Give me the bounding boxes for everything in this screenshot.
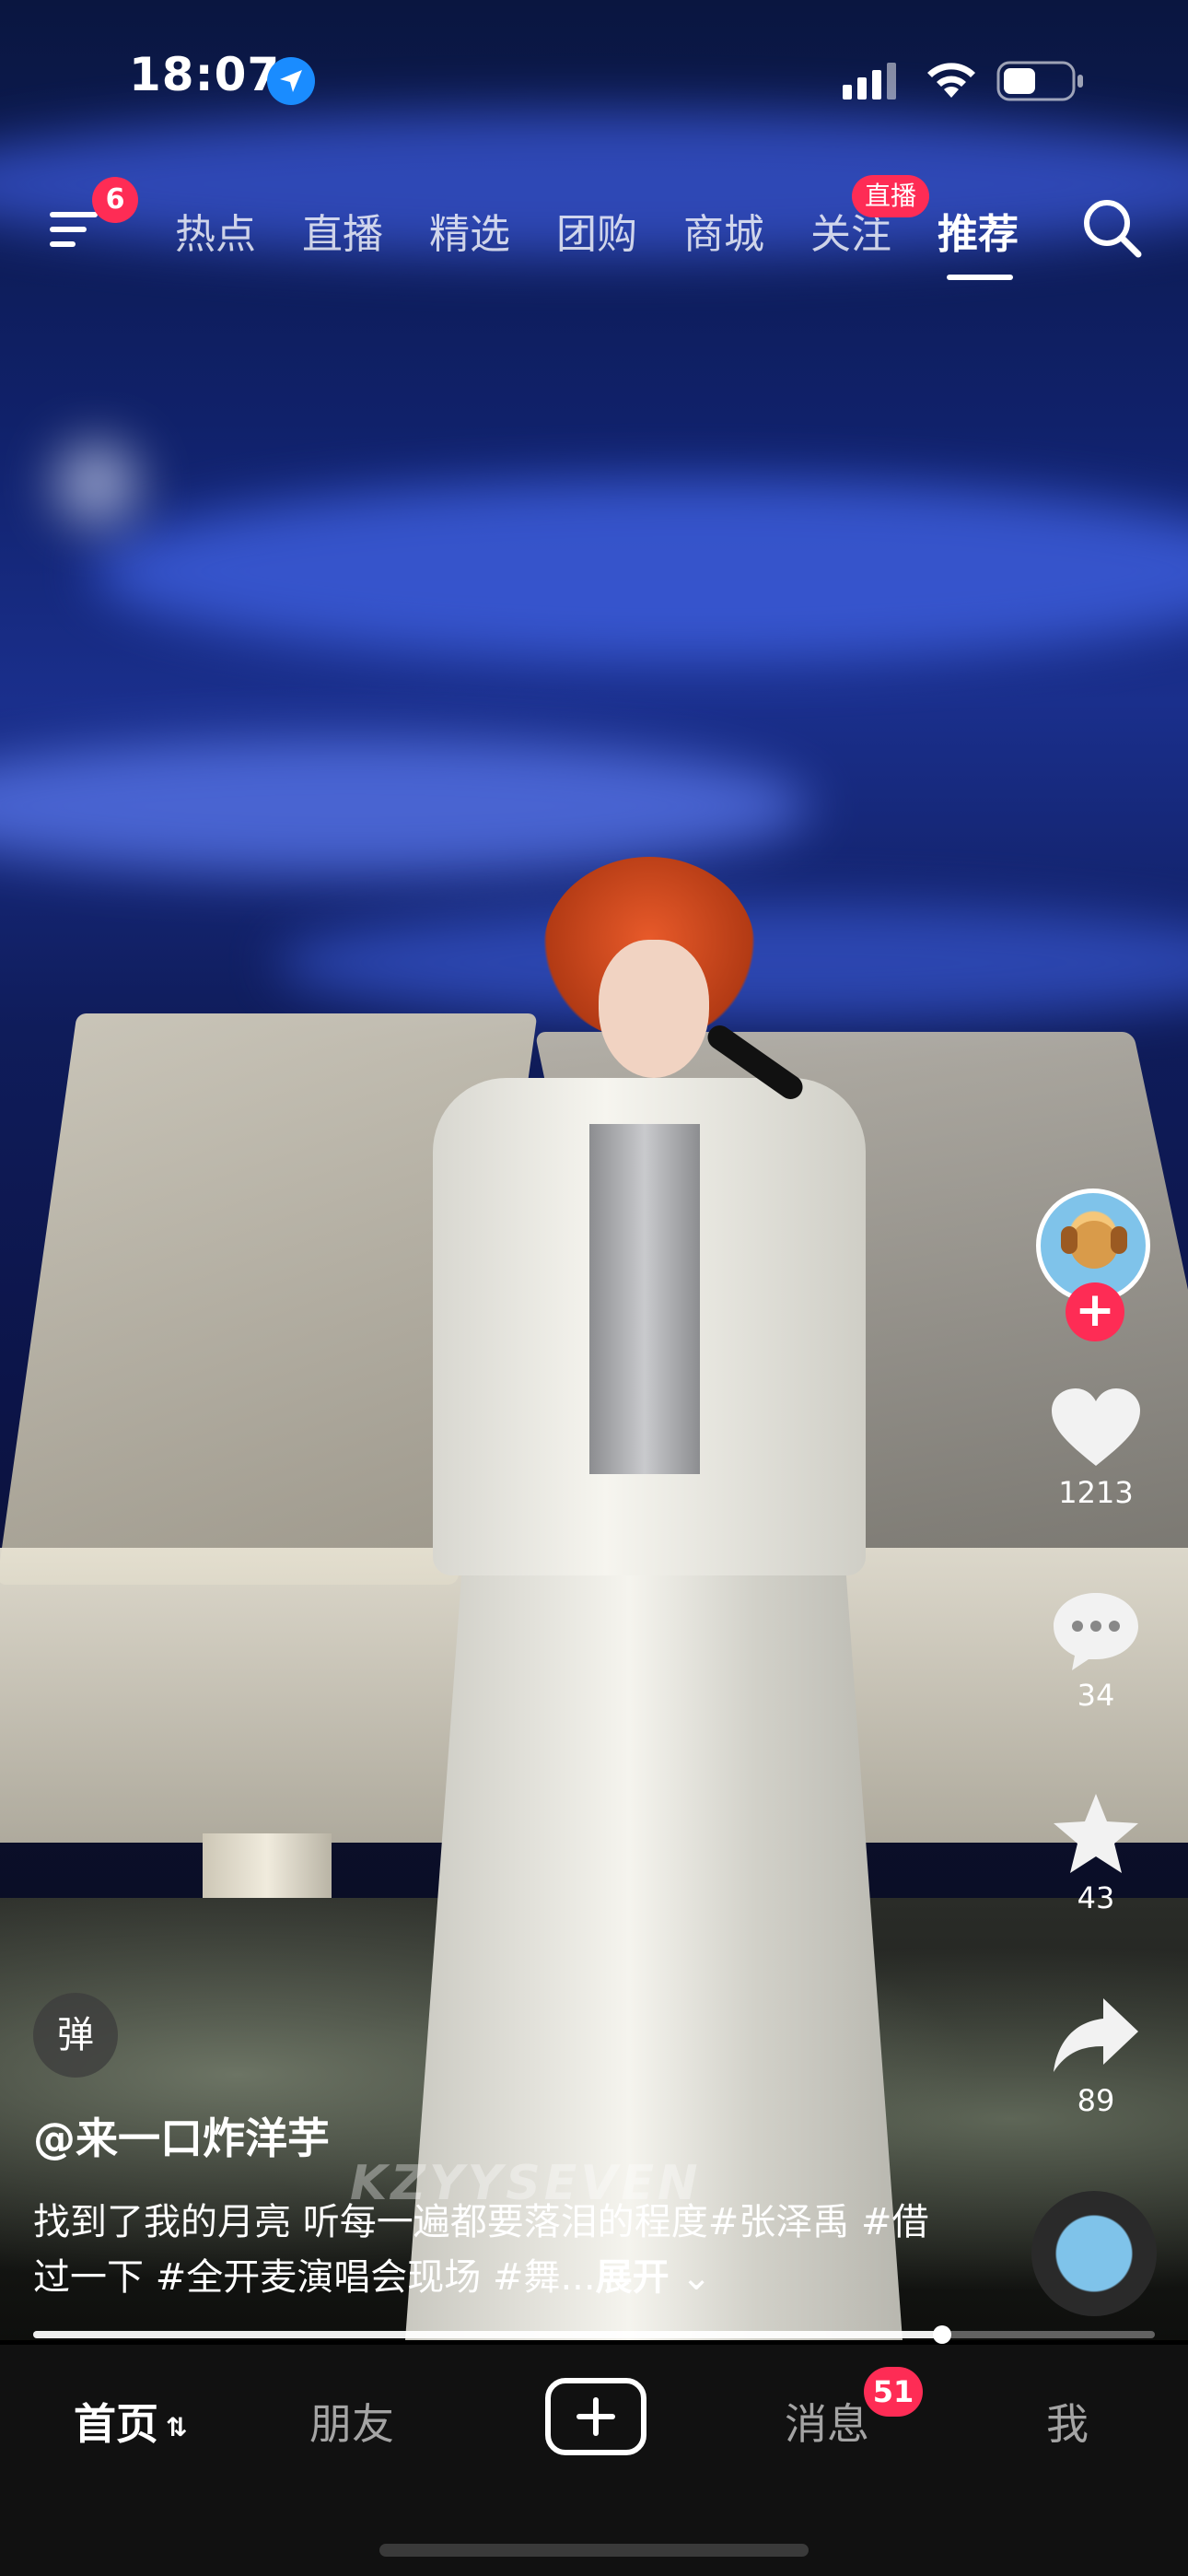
swap-icon: ⇅ (166, 2412, 188, 2442)
tab-hot[interactable]: 热点 (175, 201, 256, 260)
progress-fill (33, 2331, 942, 2338)
search-icon[interactable] (1079, 195, 1146, 262)
status-time: 18:07 (129, 48, 281, 101)
video-progress-bar[interactable] (33, 2325, 1155, 2344)
tab-recommended[interactable]: 推荐 (938, 201, 1019, 260)
favorite-count: 43 (1077, 1880, 1115, 1915)
author-name[interactable]: @来一口炸洋芋 (33, 2105, 330, 2166)
share-arrow-icon (1054, 1998, 1138, 2072)
singer-face (599, 940, 709, 1078)
share-button[interactable]: 89 (1031, 1995, 1160, 2118)
active-tab-indicator (947, 275, 1013, 280)
avatar-dog-image (1061, 1221, 1127, 1269)
tab-live[interactable]: 直播 (302, 201, 383, 260)
share-count: 89 (1077, 2083, 1115, 2118)
create-post-button[interactable] (545, 2378, 646, 2455)
battery-icon (996, 61, 1083, 101)
progress-knob[interactable] (932, 2325, 951, 2344)
music-disc-icon[interactable] (1031, 2191, 1157, 2316)
star-icon (1054, 1794, 1138, 1873)
top-nav: 6 热点 直播 精选 团购 商城 关注 直播 推荐 (0, 166, 1188, 295)
menu-badge: 6 (92, 177, 138, 223)
wifi-icon (927, 63, 975, 98)
cellular-signal-icon (843, 63, 896, 100)
like-button[interactable]: 1213 (1031, 1387, 1160, 1510)
video-caption[interactable]: 找到了我的月亮 听每一遍都要落泪的程度#张泽禹 #借过一下 #全开麦演唱会现场 … (33, 2195, 954, 2305)
messages-badge: 51 (864, 2367, 923, 2417)
chevron-down-icon: ⌄ (669, 2256, 712, 2299)
heart-icon (1052, 1388, 1140, 1466)
nav-messages[interactable]: 消息 (785, 2391, 869, 2452)
caption-text: 找到了我的月亮 听每一遍都要落泪的程度#张泽禹 #借过一下 #全开麦演唱会现场 … (33, 2201, 929, 2299)
favorite-button[interactable]: 43 (1031, 1792, 1160, 1915)
tab-group-buy[interactable]: 团购 (556, 201, 637, 260)
bottom-nav: 首页 ⇅ 朋友 消息 51 我 (0, 2345, 1188, 2576)
tab-featured[interactable]: 精选 (429, 201, 510, 260)
nav-friends[interactable]: 朋友 (309, 2391, 394, 2452)
following-live-badge: 直播 (852, 175, 930, 217)
caption-expand-link[interactable]: 展开 (596, 2256, 670, 2299)
comment-icon (1054, 1593, 1138, 1670)
like-count: 1213 (1058, 1475, 1134, 1510)
video-player[interactable]: KZYYSEVEN (0, 0, 1188, 2340)
singer-shirt (589, 1124, 700, 1474)
nav-home-label: 首页 (74, 2399, 158, 2449)
nav-home[interactable]: 首页 ⇅ (74, 2391, 187, 2452)
comment-button[interactable]: 34 (1031, 1589, 1160, 1713)
nav-me[interactable]: 我 (1046, 2391, 1089, 2452)
follow-plus-button[interactable]: + (1066, 1282, 1124, 1341)
home-indicator (379, 2544, 809, 2557)
comment-count: 34 (1077, 1678, 1115, 1713)
danmu-toggle-button[interactable]: 弹 (33, 1993, 118, 2078)
tab-mall[interactable]: 商城 (683, 201, 764, 260)
location-arrow-icon (267, 57, 315, 105)
status-bar: 18:07 (0, 0, 1188, 157)
